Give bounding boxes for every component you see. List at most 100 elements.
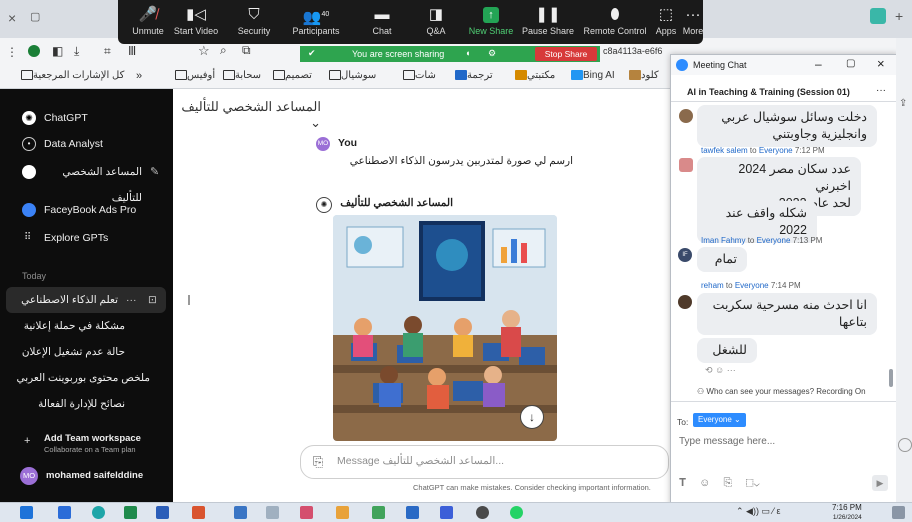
edge-icon[interactable]: [92, 506, 105, 519]
history-item-active[interactable]: تعلم الذكاء الاصطناعي ··· ⊡: [6, 287, 166, 313]
clock[interactable]: 7:16 PM 1/26/2024: [832, 503, 862, 521]
history-item[interactable]: نصائح للإدارة الفعالة: [0, 391, 125, 417]
windows-start-icon[interactable]: [20, 506, 33, 519]
bookmark-library[interactable]: مكتبتي: [512, 70, 555, 81]
chat-message: تمام: [697, 247, 747, 272]
more-dots-icon: ···: [685, 6, 701, 23]
download-icon[interactable]: ⤓: [74, 44, 79, 59]
attach-icon[interactable]: ⎘: [313, 454, 323, 470]
sidebar-icon[interactable]: ◧: [52, 44, 63, 58]
history-item[interactable]: مشكلة في حملة إعلانية: [0, 313, 125, 339]
bookmark-bing[interactable]: Bing AI: [568, 70, 615, 81]
generated-image[interactable]: ↓: [333, 215, 557, 441]
message-input[interactable]: Message المساعد الشخصي للتأليف...: [337, 455, 504, 467]
minimize-icon[interactable]: –: [815, 57, 822, 71]
app-icon[interactable]: [234, 506, 247, 519]
bookmark-star-icon[interactable]: ☆: [198, 43, 210, 59]
settings-icon[interactable]: ⚙: [488, 48, 496, 59]
url-fragment[interactable]: c8a4113a-e6f6: [603, 46, 662, 56]
sidebar-item-data-analyst[interactable]: • Data Analyst: [0, 131, 173, 157]
pause-share-button[interactable]: ❚❚ Pause Share: [520, 4, 576, 36]
bookmark-office[interactable]: أوفيس: [172, 70, 215, 81]
bookmark-claude[interactable]: كلود: [626, 70, 659, 81]
security-button[interactable]: ⛉ Security: [226, 4, 282, 36]
screenshot-icon[interactable]: ⌗: [104, 44, 111, 59]
app-icon[interactable]: [336, 506, 349, 519]
chat-button[interactable]: ▬ Chat: [354, 4, 410, 36]
bookmark-all[interactable]: كل الإشارات المرجعية: [18, 70, 124, 81]
sidebar-item-chatgpt[interactable]: ✺ ChatGPT: [0, 105, 173, 131]
scroll-down-icon[interactable]: ↓: [520, 405, 544, 429]
file-icon[interactable]: ⎘: [723, 477, 732, 489]
help-icon[interactable]: [898, 438, 912, 452]
screenshot-icon[interactable]: ⬚⌄: [745, 477, 759, 489]
avatar: MO: [20, 467, 38, 485]
bookmark-social[interactable]: سوشيال: [326, 70, 376, 81]
edit-icon[interactable]: ✎: [150, 159, 159, 185]
new-share-button[interactable]: ↑ New Share: [463, 4, 519, 36]
chatgpt-main: المساعد الشخصي للتأليف ⌄ MO You ارسم لي …: [173, 89, 670, 502]
meeting-name: AI in Teaching & Training (Session 01): [687, 87, 850, 97]
word-icon[interactable]: [156, 506, 169, 519]
history-item[interactable]: حالة عدم تشغيل الإعلان: [0, 339, 125, 365]
zoom-app-icon[interactable]: [440, 506, 453, 519]
format-icon[interactable]: 𝐓: [679, 477, 686, 489]
mic-icon[interactable]: ◖: [465, 48, 470, 58]
powerpoint-icon[interactable]: [192, 506, 205, 519]
qa-icon: ◨: [428, 6, 444, 23]
profile-icon[interactable]: [28, 45, 40, 57]
app-icon[interactable]: [406, 506, 419, 519]
sidebar-item-faceybook[interactable]: FaceyBook Ads Pro: [0, 197, 173, 223]
share-icon[interactable]: ⇪: [899, 98, 907, 109]
chat-input[interactable]: Type message here...: [679, 436, 775, 447]
excel-icon[interactable]: [124, 506, 137, 519]
stop-share-button[interactable]: Stop Share: [535, 47, 597, 61]
close-icon[interactable]: ×: [8, 10, 16, 26]
restore-icon[interactable]: ▢: [30, 10, 40, 23]
sidebar-item-author-assistant[interactable]: المساعد الشخصي للتأليف ✎: [0, 159, 173, 204]
menu-dots-icon[interactable]: ⋮: [6, 45, 18, 59]
send-icon[interactable]: ▶: [872, 475, 888, 491]
participants-icon: 👥40: [302, 9, 330, 26]
bookmark-translate[interactable]: ترجمة: [452, 70, 493, 81]
archive-icon[interactable]: ⊡: [148, 287, 157, 313]
emoji-icon[interactable]: ☺: [699, 477, 710, 489]
gpt-selector[interactable]: المساعد الشخصي للتأليف ⌄: [181, 99, 321, 131]
bookmark-chat[interactable]: شات: [400, 70, 436, 81]
scrollbar[interactable]: [889, 369, 893, 387]
close-icon[interactable]: ×: [877, 56, 885, 71]
translate-icon[interactable]: ⧉: [242, 43, 251, 58]
history-item[interactable]: ملخص محتوى بوربوينت العربي: [0, 365, 150, 391]
whatsapp-icon[interactable]: [510, 506, 523, 519]
plus-icon: +: [24, 435, 31, 447]
new-tab-icon[interactable]: +: [895, 8, 903, 24]
participants-button[interactable]: 👥40 Participants: [288, 4, 344, 36]
app-icon[interactable]: [372, 506, 385, 519]
message-input-box[interactable]: ⎘ Message المساعد الشخصي للتأليف...: [300, 445, 669, 479]
bookmark-design[interactable]: تصميم: [270, 70, 312, 81]
search-icon[interactable]: ⌕: [220, 43, 227, 58]
extensions-icon[interactable]: Ⅲ: [128, 44, 136, 58]
disclaimer: ChatGPT can make mistakes. Consider chec…: [413, 483, 651, 492]
app-icon[interactable]: [266, 506, 279, 519]
extension-icon[interactable]: [870, 8, 886, 24]
sidebar-toggle[interactable]: [188, 295, 190, 305]
more-button[interactable]: ··· More: [678, 4, 708, 36]
system-tray-icons[interactable]: ⌃ ◀)) ▭ ⁄ ε: [736, 506, 780, 517]
more-icon[interactable]: ···: [876, 85, 886, 96]
notification-icon[interactable]: [892, 506, 905, 519]
user-menu[interactable]: MO mohamed saifelddine: [20, 465, 170, 487]
start-video-button[interactable]: ▮◁ Start Video: [168, 4, 224, 36]
recipient-dropdown[interactable]: Everyone ⌄: [693, 413, 746, 427]
qa-button[interactable]: ◨ Q&A: [408, 4, 464, 36]
bookmark-cloud[interactable]: سحابة: [220, 70, 261, 81]
app-icon[interactable]: [58, 506, 71, 519]
privacy-note[interactable]: ⚇ Who can see your messages? Recording O…: [697, 387, 866, 396]
message-actions[interactable]: ⟲ ☺ ···: [705, 365, 736, 376]
maximize-icon[interactable]: ▢: [846, 58, 855, 69]
app-icon[interactable]: [300, 506, 313, 519]
app-icon[interactable]: [476, 506, 489, 519]
sidebar-item-explore[interactable]: ⠿ Explore GPTs: [0, 225, 173, 251]
chevron-left-icon[interactable]: «: [136, 70, 142, 82]
more-icon[interactable]: ···: [126, 287, 137, 313]
